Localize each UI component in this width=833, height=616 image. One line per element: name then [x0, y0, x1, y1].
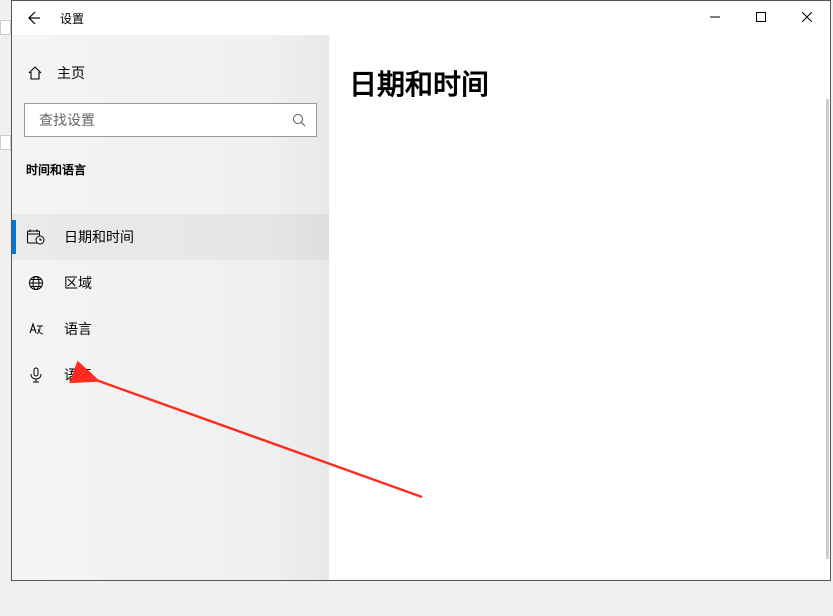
- back-arrow-icon: [25, 10, 41, 26]
- home-icon: [27, 65, 43, 81]
- close-button[interactable]: [784, 1, 830, 33]
- titlebar: 设置: [12, 1, 830, 35]
- nav-item-language[interactable]: 语言: [12, 306, 329, 352]
- globe-icon: [28, 275, 44, 291]
- microphone-icon: [28, 367, 44, 383]
- nav-item-datetime[interactable]: 日期和时间: [12, 214, 329, 260]
- settings-window: 设置 主页 时间和语言: [11, 0, 831, 581]
- language-icon: [28, 321, 44, 337]
- nav-label: 语言: [64, 319, 92, 339]
- content-area: 日期和时间: [329, 35, 830, 580]
- calendar-clock-icon: [27, 229, 45, 245]
- search-icon: [292, 113, 306, 127]
- sidebar: 主页 时间和语言 日期和时间 区域 语言: [12, 35, 329, 580]
- close-icon: [802, 12, 812, 22]
- maximize-icon: [756, 12, 766, 22]
- page-title: 日期和时间: [349, 63, 810, 103]
- window-title: 设置: [60, 10, 84, 27]
- window-controls: [692, 1, 830, 33]
- search-input[interactable]: [39, 112, 292, 128]
- minimize-icon: [710, 12, 720, 22]
- scrollbar[interactable]: [826, 99, 829, 559]
- nav-item-region[interactable]: 区域: [12, 260, 329, 306]
- nav-label: 语音: [64, 365, 92, 385]
- nav-label: 日期和时间: [64, 227, 134, 247]
- back-button[interactable]: [12, 1, 54, 35]
- home-label: 主页: [57, 63, 85, 83]
- minimize-button[interactable]: [692, 1, 738, 33]
- nav-label: 区域: [64, 273, 92, 293]
- search-box[interactable]: [24, 103, 317, 137]
- maximize-button[interactable]: [738, 1, 784, 33]
- nav-item-speech[interactable]: 语音: [12, 352, 329, 398]
- category-header: 时间和语言: [12, 161, 329, 178]
- home-button[interactable]: 主页: [12, 53, 329, 93]
